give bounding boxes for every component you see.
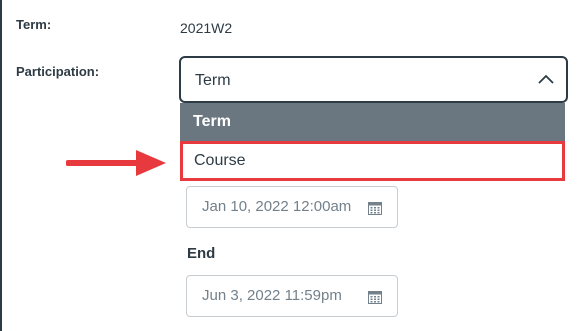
option-term-label: Term <box>193 113 231 130</box>
red-arrow-icon <box>66 150 166 176</box>
end-date-value: Jun 3, 2022 11:59pm <box>202 287 342 304</box>
end-date-label: End <box>187 245 216 262</box>
term-label: Term: <box>16 17 52 32</box>
participation-selected-value: Term <box>195 72 231 89</box>
participation-label: Participation: <box>16 64 100 79</box>
option-term[interactable]: Term <box>180 103 565 141</box>
chevron-up-icon <box>538 74 554 84</box>
panel-border <box>0 0 2 331</box>
course-settings-panel: Term: 2021W2 Participation: Term Term Co… <box>0 0 577 331</box>
start-date-input[interactable]: Jan 10, 2022 12:00am <box>186 186 398 228</box>
calendar-icon[interactable] <box>367 289 383 305</box>
option-course-label: Course <box>194 152 246 169</box>
calendar-icon[interactable] <box>367 200 383 216</box>
term-value: 2021W2 <box>180 20 233 36</box>
start-date-value: Jan 10, 2022 12:00am <box>202 198 352 215</box>
participation-select[interactable]: Term <box>179 56 568 103</box>
option-course[interactable]: Course <box>180 141 565 181</box>
end-date-input[interactable]: Jun 3, 2022 11:59pm <box>186 275 398 317</box>
